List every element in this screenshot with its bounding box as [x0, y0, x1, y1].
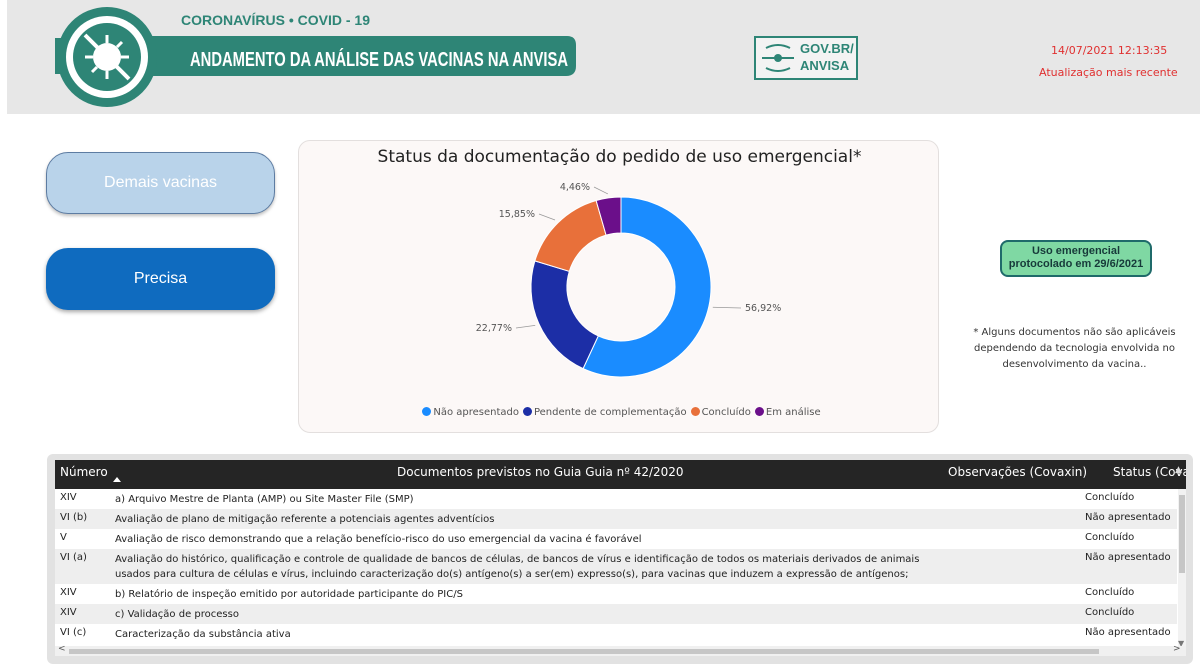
vertical-scrollbar[interactable]: ▼ — [1178, 489, 1186, 652]
donut-leader-line-3 — [593, 186, 609, 195]
cell-documento: a) Arquivo Mestre de Planta (AMP) ou Sit… — [115, 494, 414, 505]
chart-legend: Não apresentado Pendente de complementaçã… — [299, 407, 940, 418]
vertical-scroll-thumb[interactable] — [1179, 495, 1185, 573]
table-row[interactable]: XIV c) Validação de processo Concluído — [55, 604, 1177, 624]
scroll-up-icon[interactable]: ▲ — [1175, 465, 1182, 475]
donut-label-0: 56,92% — [745, 303, 781, 314]
legend-label-2[interactable]: Concluído — [702, 407, 751, 418]
gov-logo-line2: ANVISA — [800, 58, 850, 73]
horizontal-scrollbar[interactable]: < > — [55, 644, 1186, 656]
cell-documento: c) Validação de processo — [115, 609, 239, 620]
cell-status: Não apresentado — [1085, 552, 1171, 563]
header-observacoes[interactable]: Observações (Covaxin) — [948, 465, 1087, 479]
cell-documento: Avaliação de plano de mitigação referent… — [115, 514, 495, 525]
cell-status: Concluído — [1085, 587, 1135, 598]
emergency-use-badge: Uso emergencial protocolado em 29/6/2021 — [1000, 240, 1152, 277]
cell-documento: b) Relatório de inspeção emitido por aut… — [115, 589, 463, 600]
table-row[interactable]: VI (a) Avaliação do histórico, qualificaç… — [55, 549, 1177, 584]
banner-top-text: CORONAVÍRUS • COVID - 19 — [181, 12, 370, 28]
header-numero[interactable]: Número — [60, 465, 108, 479]
update-datetime: 14/07/2021 12:13:35 — [1051, 44, 1168, 57]
badge-line2: protocolado em 29/6/2021 — [1008, 258, 1144, 270]
badge-line1: Uso emergencial — [1031, 245, 1121, 257]
cell-documento: Caracterização da substância ativa — [115, 629, 291, 640]
legend-label-1[interactable]: Pendente de complementação — [534, 407, 687, 418]
legend-dot-0 — [422, 407, 432, 416]
gov-logo-line1: GOV.BR/ — [800, 41, 854, 56]
banner-title: ANDAMENTO DA ANÁLISE DAS VACINAS NA ANVI… — [190, 48, 568, 71]
documents-table: Número Documentos previstos no Guia Guia… — [47, 454, 1193, 664]
donut-label-1: 22,77% — [476, 323, 512, 334]
status-chart-card: Status da documentação do pedido de uso … — [298, 140, 939, 433]
cell-status: Não apresentado — [1085, 512, 1171, 523]
cell-status: Não apresentado — [1085, 627, 1171, 638]
legend-dot-2 — [690, 407, 700, 416]
cell-numero: XIV — [60, 492, 77, 503]
legend-dot-3 — [754, 407, 764, 416]
table-row[interactable]: XIV b) Relatório de inspeção emitido por … — [55, 584, 1177, 604]
donut-leader-line-2 — [538, 213, 556, 221]
donut-slice-1[interactable] — [530, 260, 599, 370]
scroll-left-icon[interactable]: < — [58, 644, 66, 654]
cell-numero: VI (a) — [60, 552, 87, 563]
cell-status: Concluído — [1085, 492, 1135, 503]
legend-dot-1 — [522, 407, 532, 416]
table-row[interactable]: XIV a) Arquivo Mestre de Planta (AMP) ou … — [55, 489, 1177, 509]
cell-numero: XIV — [60, 607, 77, 618]
sort-ascending-icon[interactable] — [113, 477, 121, 482]
table-row[interactable]: VI (b) Avaliação de plano de mitigação re… — [55, 509, 1177, 529]
gov-anvisa-logo: GOV.BR/ ANVISA — [754, 36, 858, 80]
cell-numero: XIV — [60, 587, 77, 598]
donut-chart: 56,92% 22,77% 15,85% 4,46% — [476, 182, 781, 378]
legend-label-3[interactable]: Em análise — [766, 407, 821, 418]
donut-slice-2[interactable] — [534, 199, 607, 272]
donut-label-2: 15,85% — [499, 209, 535, 220]
cell-status: Concluído — [1085, 532, 1135, 543]
update-label: Atualização mais recente — [1039, 66, 1178, 79]
donut-leader-line-1 — [515, 324, 536, 329]
donut-label-3: 4,46% — [560, 182, 590, 193]
cell-documento: Avaliação de risco demonstrando que a re… — [115, 534, 642, 545]
donut-leader-line-0 — [712, 306, 742, 309]
cell-numero: VI (c) — [60, 627, 87, 638]
header-documentos[interactable]: Documentos previstos no Guia Guia nº 42/… — [397, 465, 684, 479]
precisa-button[interactable]: Precisa — [46, 248, 275, 310]
table-row[interactable]: VI (c) Caracterização da substância ativa… — [55, 624, 1177, 644]
horizontal-scroll-thumb[interactable] — [69, 649, 1099, 654]
cell-numero: V — [60, 532, 67, 543]
scroll-right-icon[interactable]: > — [1173, 644, 1181, 654]
demais-vacinas-button[interactable]: Demais vacinas — [46, 152, 275, 214]
cell-status: Concluído — [1085, 607, 1135, 618]
covid-banner: CORONAVÍRUS • COVID - 19 ANDAMENTO DA AN… — [55, 7, 576, 107]
cell-numero: VI (b) — [60, 512, 88, 523]
cell-documento: Avaliação do histórico, qualificação e c… — [115, 554, 920, 580]
table-header: Número Documentos previstos no Guia Guia… — [55, 460, 1186, 489]
legend-label-0[interactable]: Não apresentado — [433, 407, 519, 418]
footnote: * Alguns documentos não são aplicáveis d… — [973, 327, 1176, 370]
table-row[interactable]: V Avaliação de risco demonstrando que a r… — [55, 529, 1177, 549]
anvisa-emblem-icon — [762, 44, 794, 72]
